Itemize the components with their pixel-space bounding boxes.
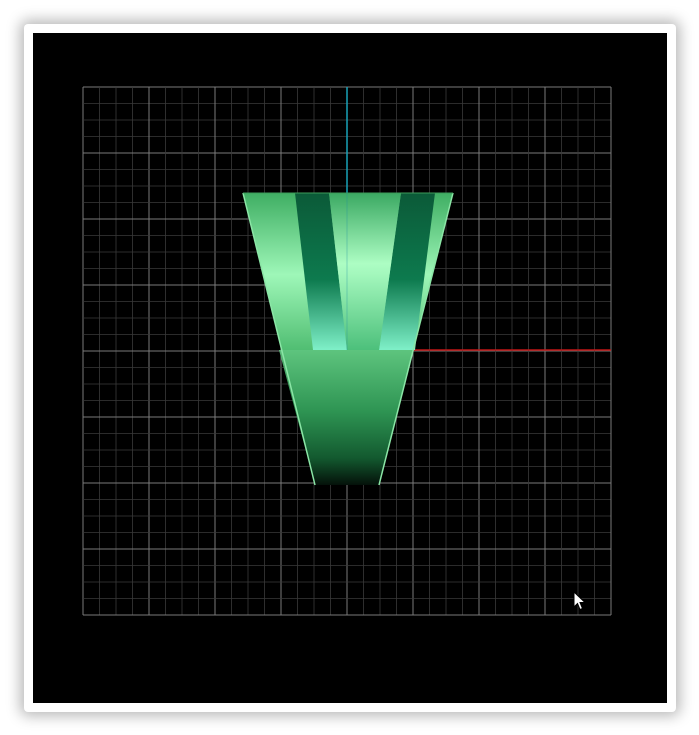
3d-viewport[interactable] xyxy=(33,33,667,703)
green-model[interactable] xyxy=(242,192,454,486)
arrow-pointer-icon xyxy=(573,591,587,611)
viewport-canvas[interactable] xyxy=(33,33,667,703)
